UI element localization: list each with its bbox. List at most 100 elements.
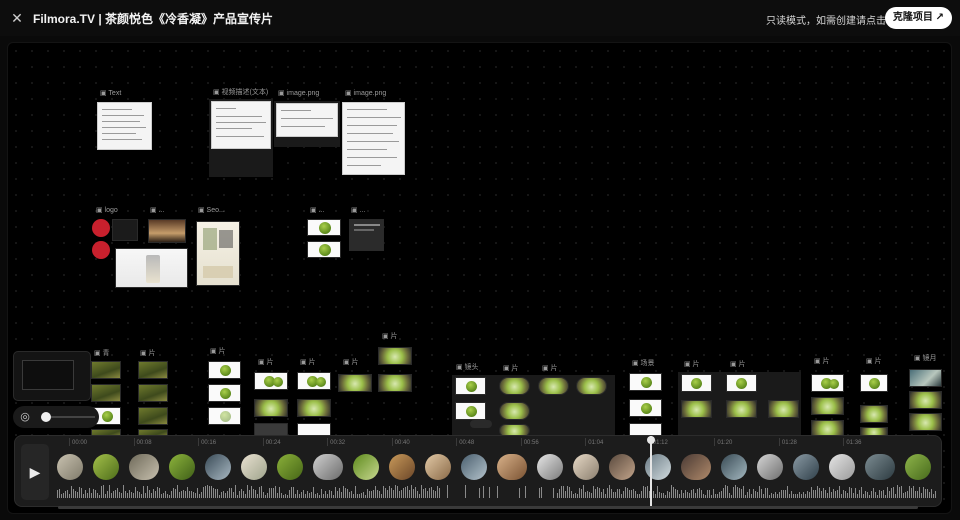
timeline-clip[interactable]	[645, 454, 671, 480]
shot-thumbnail[interactable]	[860, 405, 888, 423]
text-card-thumbnail[interactable]	[349, 219, 384, 251]
poster-thumbnail[interactable]	[196, 221, 240, 286]
shot-thumbnail[interactable]	[726, 400, 757, 418]
image-doc-thumbnail[interactable]	[276, 103, 338, 137]
waveform-bar	[119, 492, 120, 498]
timeline-ruler[interactable]: 00:00 00:08 00:16 00:24 00:32 00:40 00:48 00:56…	[57, 438, 937, 450]
timeline-clip[interactable]	[425, 454, 451, 480]
shot-thumbnail[interactable]	[91, 361, 121, 379]
shot-thumbnail[interactable]	[860, 374, 888, 392]
shot-thumbnail[interactable]	[811, 397, 844, 415]
timeline-clip[interactable]	[353, 454, 379, 480]
shot-thumbnail[interactable]	[378, 347, 412, 365]
timeline-clip[interactable]	[497, 454, 527, 480]
timeline-clip[interactable]	[681, 454, 711, 480]
waveform-bar	[87, 492, 88, 498]
timeline-clip[interactable]	[757, 454, 783, 480]
shot-thumbnail[interactable]	[138, 407, 168, 425]
shot-thumbnail[interactable]	[91, 384, 121, 402]
description-doc-thumbnail[interactable]	[211, 101, 271, 149]
shot-thumbnail[interactable]	[768, 400, 799, 418]
shot-thumbnail[interactable]	[254, 399, 288, 417]
play-icon[interactable]: ▶	[21, 444, 49, 500]
shot-thumbnail[interactable]	[254, 372, 288, 390]
shot-thumbnail[interactable]	[538, 377, 569, 395]
timeline-clip[interactable]	[461, 454, 487, 480]
minimap[interactable]	[13, 351, 91, 401]
timeline-scrollbar[interactable]	[58, 506, 918, 509]
zoom-slider[interactable]	[41, 412, 95, 422]
audio-waveform[interactable]	[57, 484, 939, 498]
timeline-clip[interactable]	[829, 454, 855, 480]
shot-thumbnail[interactable]	[499, 377, 530, 395]
waveform-bar	[407, 485, 408, 498]
fruit-thumbnail[interactable]	[307, 241, 341, 258]
waveform-bar	[121, 493, 122, 498]
waveform-bar	[337, 490, 338, 498]
shot-thumbnail[interactable]	[629, 373, 662, 391]
timeline-clip[interactable]	[241, 454, 267, 480]
shot-thumbnail[interactable]	[629, 399, 662, 417]
waveform-bar	[715, 494, 716, 498]
shot-thumbnail[interactable]	[208, 361, 241, 379]
shot-thumbnail[interactable]	[208, 407, 241, 425]
timeline-clip[interactable]	[389, 454, 415, 480]
clone-project-button[interactable]: 克隆项目 ↗	[884, 7, 952, 29]
timeline-clip[interactable]	[277, 454, 303, 480]
timeline-clip[interactable]	[129, 454, 159, 480]
zoom-slider-knob[interactable]	[41, 412, 51, 422]
shot-thumbnail[interactable]	[499, 402, 530, 420]
close-icon[interactable]: ✕	[8, 9, 26, 27]
store-photo-thumbnail[interactable]	[148, 219, 186, 243]
minimap-viewport[interactable]	[22, 360, 74, 390]
shot-thumbnail[interactable]	[297, 399, 331, 417]
waveform-bar	[655, 494, 656, 498]
shot-thumbnail[interactable]	[138, 384, 168, 402]
clip-track[interactable]	[57, 454, 939, 480]
image-doc-thumbnail[interactable]	[342, 102, 405, 175]
shot-thumbnail[interactable]	[909, 413, 942, 431]
timeline-clip[interactable]	[905, 454, 931, 480]
shot-thumbnail[interactable]	[909, 369, 942, 387]
timeline-clip[interactable]	[865, 454, 895, 480]
brand-logo[interactable]	[92, 219, 110, 237]
fruit-thumbnail[interactable]	[307, 219, 341, 236]
waveform-bar	[581, 489, 582, 498]
shot-thumbnail[interactable]	[576, 377, 607, 395]
timeline-clip[interactable]	[93, 454, 119, 480]
shot-thumbnail[interactable]	[455, 402, 486, 420]
waveform-bar	[167, 494, 168, 498]
shot-thumbnail[interactable]	[909, 391, 942, 409]
waveform-bar	[439, 487, 440, 498]
waveform-bar	[717, 494, 718, 498]
shot-thumbnail[interactable]	[378, 374, 412, 392]
brand-logo[interactable]	[92, 241, 110, 259]
drink-photo-thumbnail[interactable]	[115, 248, 188, 288]
shot-thumbnail[interactable]	[138, 361, 168, 379]
shot-thumbnail[interactable]	[297, 372, 331, 390]
shot-thumbnail[interactable]	[338, 374, 372, 392]
playhead[interactable]	[647, 436, 656, 506]
timeline-clip[interactable]	[57, 454, 83, 480]
waveform-bar	[627, 487, 628, 498]
timeline-clip[interactable]	[205, 454, 231, 480]
waveform-bar	[489, 486, 490, 498]
shot-thumbnail[interactable]	[811, 374, 844, 392]
shot-thumbnail[interactable]	[681, 374, 712, 392]
timeline-clip[interactable]	[573, 454, 599, 480]
timeline-clip[interactable]	[609, 454, 635, 480]
user-icon[interactable]: ◎	[15, 407, 35, 427]
timeline-clip[interactable]	[313, 454, 343, 480]
shot-thumbnail[interactable]	[726, 374, 757, 392]
shot-thumbnail[interactable]	[208, 384, 241, 402]
logo-text-thumbnail[interactable]	[112, 219, 138, 241]
waveform-bar	[703, 494, 704, 498]
shot-thumbnail[interactable]	[681, 400, 712, 418]
timeline-clip[interactable]	[169, 454, 195, 480]
more-button[interactable]	[470, 420, 492, 428]
timeline-clip[interactable]	[793, 454, 819, 480]
text-doc-thumbnail[interactable]	[97, 102, 152, 150]
timeline-clip[interactable]	[537, 454, 563, 480]
shot-thumbnail[interactable]	[455, 377, 486, 395]
timeline-clip[interactable]	[721, 454, 747, 480]
